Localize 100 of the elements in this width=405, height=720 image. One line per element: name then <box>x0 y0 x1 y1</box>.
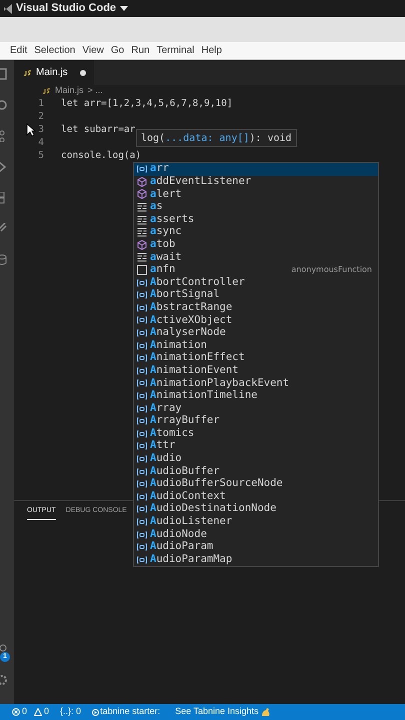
parameter-hint-tooltip: log(...data: any[]): void <box>136 129 297 147</box>
variable-icon <box>137 504 147 514</box>
line-number: 1 <box>37 97 44 110</box>
mouse-pointer-icon <box>26 123 36 137</box>
menu-item[interactable]: Help <box>201 43 222 58</box>
suggestion-item[interactable]: async <box>134 226 378 239</box>
suggestion-item[interactable]: AnimationTimeline <box>134 390 378 402</box>
vscode-logo-icon <box>4 4 12 14</box>
variable-icon <box>137 366 147 376</box>
code-line: let subarr=ar <box>61 123 136 136</box>
js-file-icon <box>42 88 51 94</box>
database-icon <box>0 254 9 266</box>
suggestion-item[interactable]: AnalyserNode <box>134 326 378 340</box>
suggestion-item[interactable]: Array <box>134 402 378 415</box>
suggestion-item[interactable]: AnimationEffect <box>134 352 378 364</box>
variable-icon <box>137 404 147 414</box>
suggestion-detail: anonymousFunction <box>291 264 372 276</box>
suggestion-item[interactable]: AudioDestinationNode <box>134 503 378 516</box>
variable-icon <box>137 328 147 338</box>
menu-item[interactable]: View <box>82 43 104 58</box>
variable-icon <box>137 454 147 464</box>
keyword-icon <box>137 252 147 262</box>
tab-label[interactable]: Main.js <box>36 65 68 80</box>
search-icon <box>0 99 9 111</box>
suggestion-item[interactable]: arr <box>134 163 378 176</box>
suggestion-item[interactable]: atob <box>134 238 378 252</box>
suggestion-item[interactable]: AudioParam <box>134 540 378 554</box>
suggestion-item[interactable]: ArrayBuffer <box>134 414 378 428</box>
keyword-icon <box>137 202 147 212</box>
variable-icon <box>137 492 147 502</box>
suggestion-item[interactable]: as <box>134 200 378 214</box>
error-icon <box>12 708 20 716</box>
warning-count[interactable]: 0 <box>44 705 50 719</box>
error-count[interactable]: 0 <box>22 705 28 719</box>
suggestion-item[interactable]: await <box>134 251 378 264</box>
status-item[interactable]: {..}: 0 <box>60 705 82 719</box>
run-icon <box>0 161 9 173</box>
cube-icon <box>137 176 147 187</box>
suggestion-item[interactable]: ActiveXObject <box>134 314 378 327</box>
line-number: 4 <box>37 136 44 149</box>
keyword-icon <box>137 214 147 225</box>
variable-icon <box>137 466 147 477</box>
breadcrumb-path: > ... <box>88 84 103 98</box>
suggestion-item[interactable]: asserts <box>134 213 378 226</box>
cube-icon <box>137 189 147 200</box>
line-number: 3 <box>37 123 44 136</box>
variable-icon <box>137 164 147 174</box>
variable-icon <box>137 441 147 452</box>
variable-icon <box>137 516 147 527</box>
menu-item[interactable]: Edit <box>10 43 28 58</box>
files-icon <box>0 68 9 80</box>
variable-icon <box>137 290 147 300</box>
line-number: 2 <box>37 110 44 123</box>
keyword-icon <box>137 227 147 238</box>
suggestion-item[interactable]: alert <box>134 188 378 201</box>
variable-icon <box>137 428 147 439</box>
suggestion-item[interactable]: AbstractRange <box>134 302 378 314</box>
cube-icon <box>137 240 147 250</box>
suggestion-item[interactable]: Atomics <box>134 427 378 440</box>
editor-tab[interactable]: Main.js <box>14 60 94 85</box>
suggestion-item[interactable]: AudioBuffer <box>134 465 378 478</box>
menu-item[interactable]: Go <box>110 43 124 58</box>
variable-icon <box>137 542 147 552</box>
menu-item[interactable]: Run <box>131 43 150 58</box>
suggestion-item[interactable]: AudioBufferSourceNode <box>134 478 378 490</box>
suggestion-item[interactable]: anfn anonymousFunction <box>134 264 378 276</box>
code-line: console.log(a) <box>61 149 142 162</box>
settings-icon <box>0 674 10 686</box>
suggestion-item[interactable]: AnimationPlaybackEvent <box>134 377 378 390</box>
variable-icon <box>137 554 147 565</box>
suggestion-item[interactable]: AbortController <box>134 276 378 289</box>
variable-icon <box>137 378 147 388</box>
variable-icon <box>137 340 147 351</box>
code-line: let arr=[1,2,3,4,5,6,7,8,9,10] <box>61 97 233 110</box>
play-circle-icon <box>92 708 100 716</box>
suggestion-item[interactable]: Audio <box>134 452 378 466</box>
menu-item[interactable]: Terminal <box>156 43 194 58</box>
status-item[interactable]: tabnine starter: <box>100 705 160 719</box>
suggestion-item[interactable]: AnimationEvent <box>134 364 378 378</box>
suggestion-item[interactable]: Animation <box>134 339 378 352</box>
suggestion-item[interactable]: AudioContext <box>134 490 378 504</box>
suggestion-item[interactable]: addEventListener <box>134 176 378 188</box>
suggestion-item[interactable]: AbortSignal <box>134 288 378 302</box>
line-number: 5 <box>37 149 44 162</box>
variable-icon <box>137 278 147 288</box>
suggestion-item[interactable]: AudioListener <box>134 516 378 528</box>
caret-icon <box>120 6 128 11</box>
suggestion-item[interactable]: AudioParamMap <box>134 553 378 566</box>
variable-icon <box>137 390 147 401</box>
variable-icon <box>137 530 147 540</box>
variable-icon <box>137 479 147 490</box>
suggestion-item[interactable]: AudioNode <box>134 528 378 541</box>
window-title: Visual Studio Code <box>16 1 116 16</box>
variable-icon <box>137 302 147 313</box>
snippet-icon <box>137 265 147 276</box>
status-item[interactable]: See Tabnine Insights <box>175 705 259 719</box>
menu-item[interactable]: Selection <box>34 43 76 58</box>
suggestion-item[interactable]: Attr <box>134 440 378 453</box>
breadcrumb-file[interactable]: Main.js <box>55 84 84 98</box>
warning-icon <box>34 708 42 716</box>
